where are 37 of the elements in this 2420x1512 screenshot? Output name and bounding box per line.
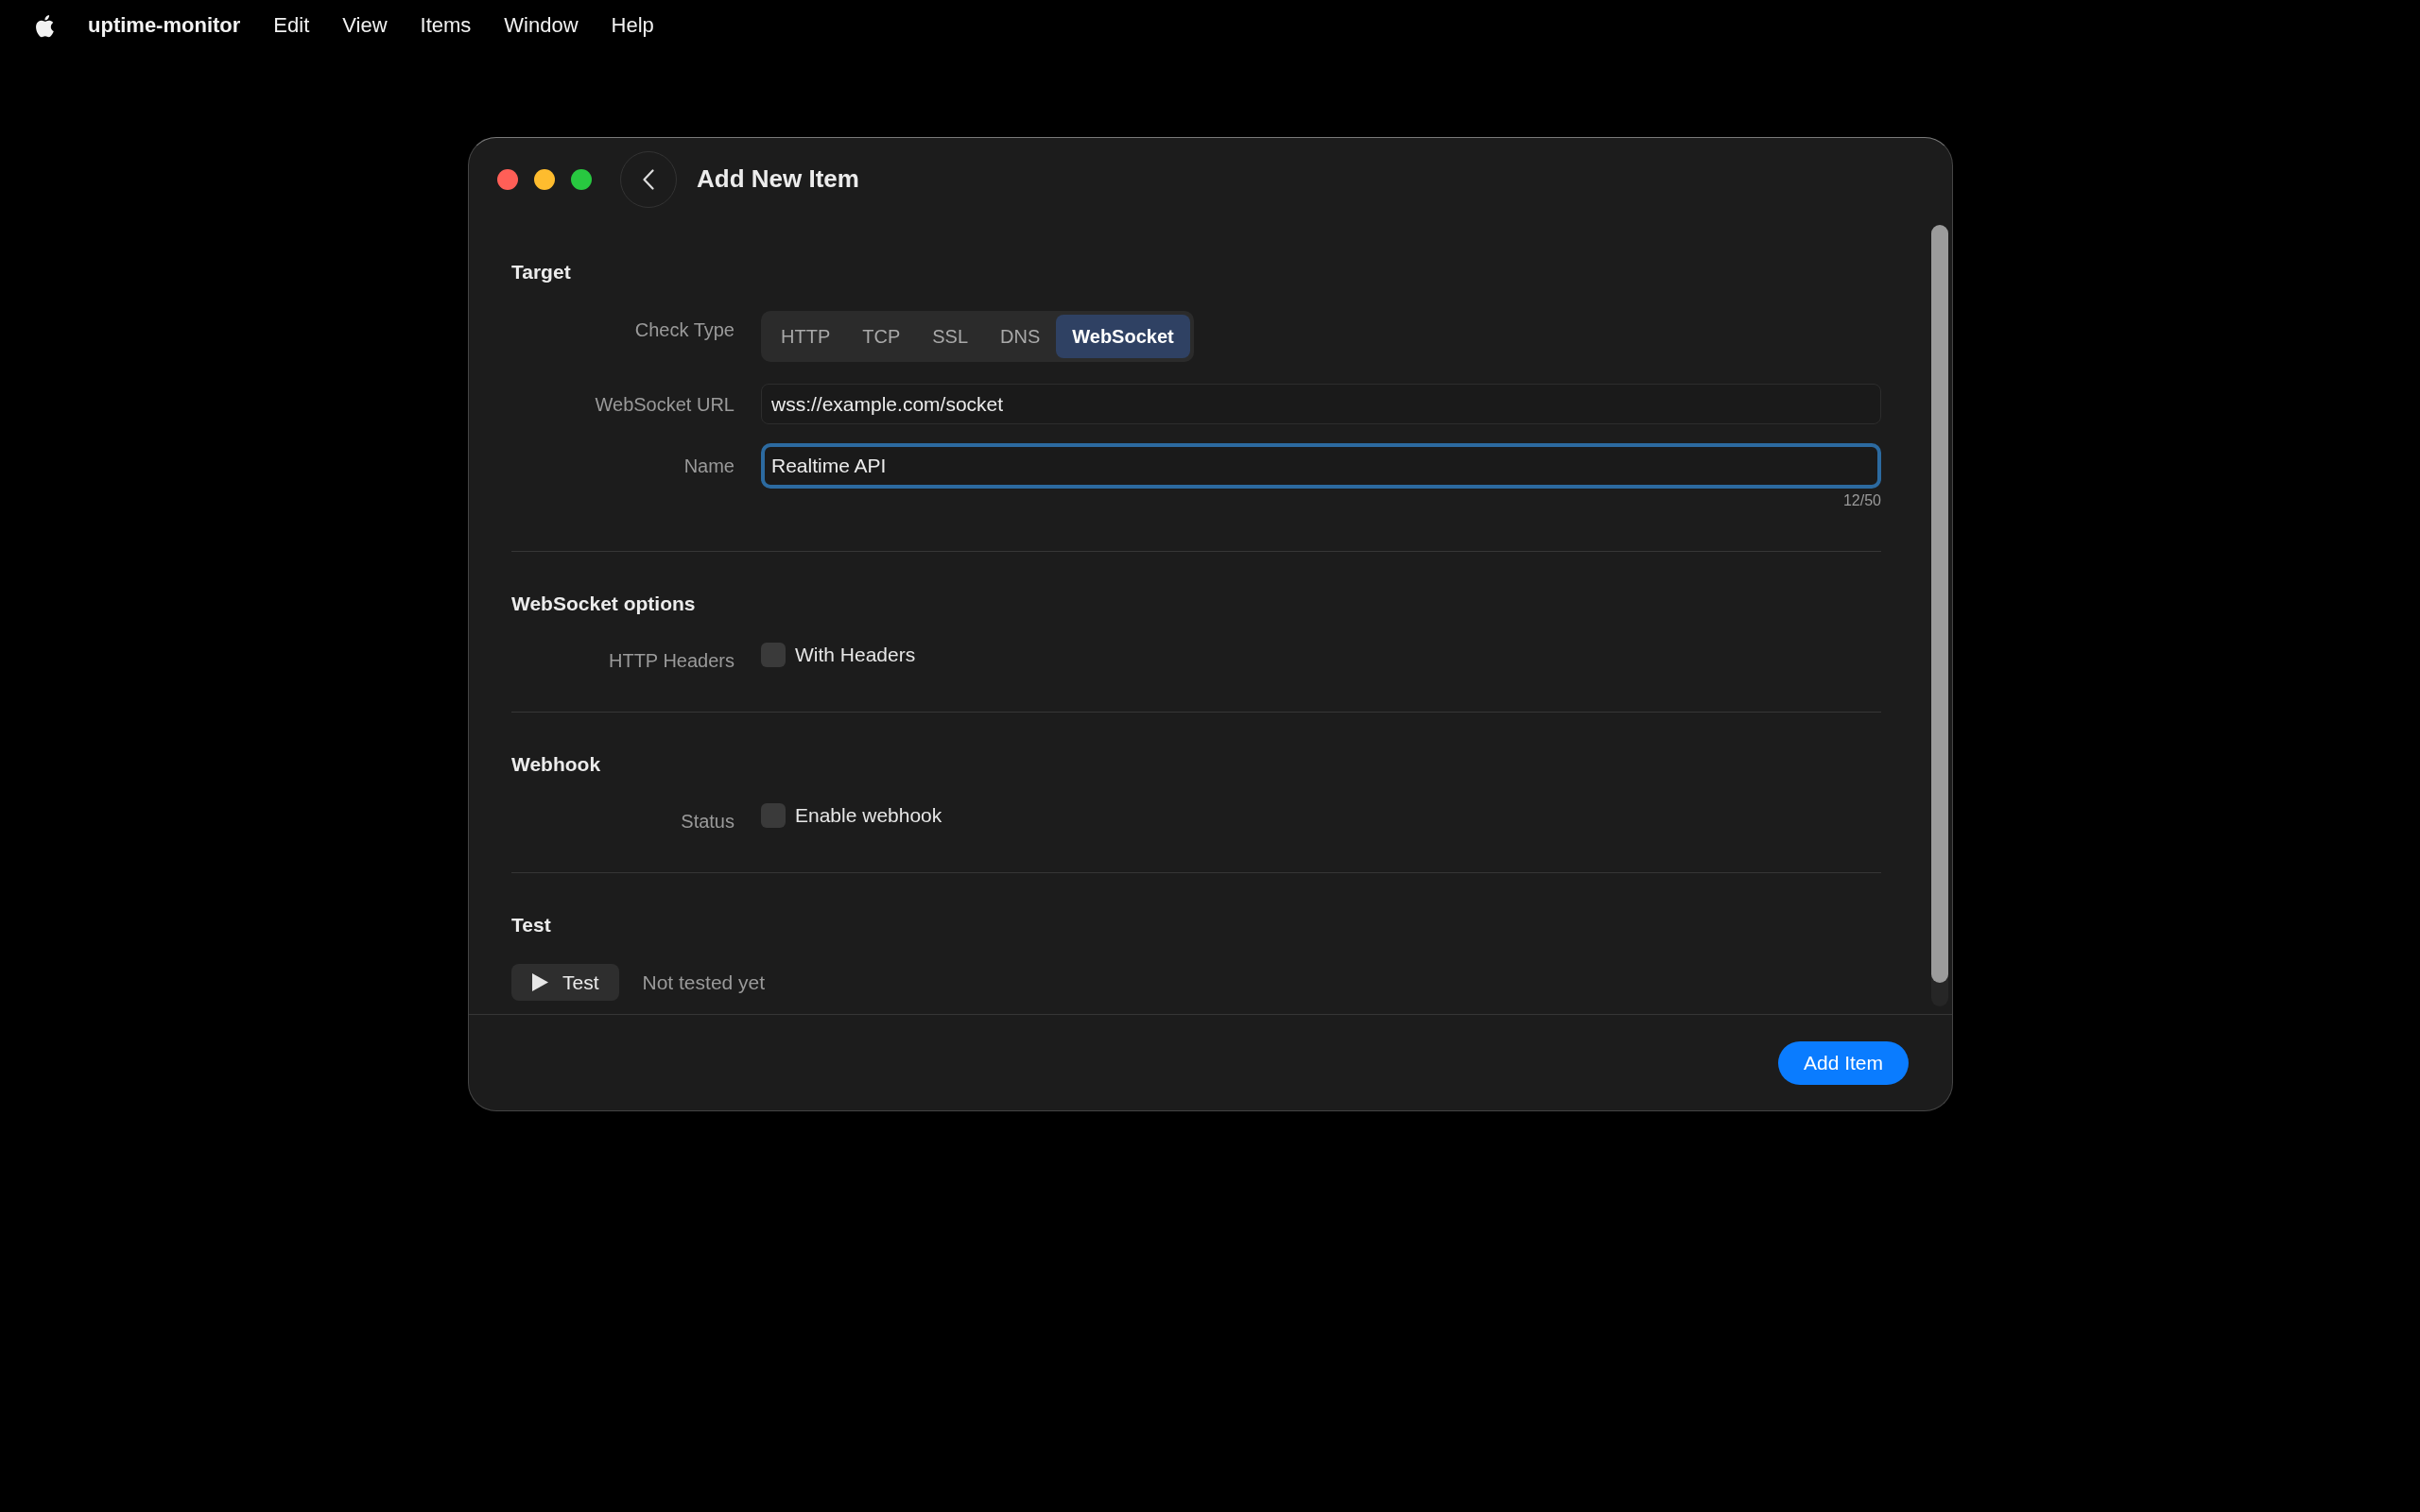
field-label: Status bbox=[681, 810, 735, 833]
minimize-button[interactable] bbox=[534, 168, 555, 190]
field-label: Check Type bbox=[634, 318, 735, 341]
field-label: HTTP Headers bbox=[609, 649, 735, 672]
zoom-button[interactable] bbox=[571, 168, 592, 190]
close-button[interactable] bbox=[497, 168, 518, 190]
segment-tab[interactable]: TCP bbox=[846, 315, 917, 358]
segment-tab[interactable]: SSL bbox=[916, 315, 985, 358]
window-title: Add New Item bbox=[697, 164, 859, 194]
section-title: Test bbox=[511, 913, 552, 937]
section-title: Webhook bbox=[511, 752, 602, 777]
chevron-left-icon bbox=[643, 168, 654, 190]
checkbox-label: Enable webhook bbox=[795, 803, 942, 828]
character-counter: 12/50 bbox=[1842, 491, 1881, 510]
add-item-button[interactable]: Add Item bbox=[1777, 1040, 1909, 1085]
test-button[interactable]: Test bbox=[511, 964, 619, 1001]
app-menu[interactable]: uptime-monitor bbox=[88, 13, 241, 38]
menu-item[interactable]: Edit bbox=[273, 13, 310, 38]
menu-item[interactable]: View bbox=[342, 13, 388, 38]
text-field[interactable]: wss://example.com/socket bbox=[761, 384, 1881, 424]
checkbox-label: With Headers bbox=[795, 643, 916, 667]
checkbox[interactable] bbox=[761, 803, 786, 828]
segment-tab[interactable]: WebSocket bbox=[1056, 315, 1190, 358]
field-label: Name bbox=[683, 455, 735, 477]
play-icon bbox=[532, 973, 548, 991]
apple-icon[interactable] bbox=[33, 12, 55, 39]
checkbox[interactable] bbox=[761, 643, 786, 667]
section-title: WebSocket options bbox=[511, 592, 697, 616]
menu-item[interactable]: Help bbox=[611, 13, 654, 38]
test-status: Not tested yet bbox=[642, 971, 766, 994]
text-field[interactable]: Realtime API bbox=[761, 443, 1881, 489]
segment-tab[interactable]: DNS bbox=[984, 315, 1057, 358]
segment-tab[interactable]: HTTP bbox=[765, 315, 847, 358]
section-title: Target bbox=[511, 260, 572, 284]
menu-item[interactable]: Items bbox=[420, 13, 472, 38]
menu-item[interactable]: Window bbox=[504, 13, 579, 38]
field-label: WebSocket URL bbox=[595, 392, 735, 416]
